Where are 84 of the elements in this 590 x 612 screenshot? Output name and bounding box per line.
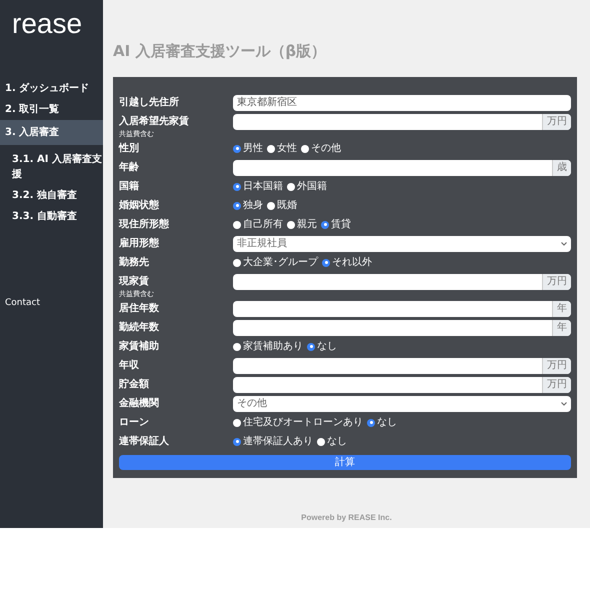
radio-option[interactable]: その他 [301, 141, 341, 156]
nav-item[interactable]: 3.1. AI 入居審査支援 [0, 149, 103, 185]
radio-option[interactable]: なし [317, 434, 347, 449]
page-title: AI 入居審査支援ツール（β版） [113, 41, 328, 62]
unit-label: 万円 [542, 274, 571, 290]
input-field[interactable]: 年 [233, 320, 571, 336]
radio-button[interactable] [233, 342, 241, 350]
field-label: 入居希望先家賃 [119, 114, 190, 128]
radio-option[interactable]: なし [367, 415, 397, 430]
chevron-down-icon [561, 402, 567, 406]
field-label: 性別 [119, 142, 140, 156]
radio-button[interactable] [233, 144, 241, 152]
radio-button[interactable] [287, 220, 295, 228]
input-field[interactable]: 万円 [233, 358, 571, 374]
radio-option[interactable]: 女性 [267, 141, 297, 156]
input-field[interactable]: 東京都新宿区 [233, 94, 571, 110]
radio-option[interactable]: 独身 [233, 198, 263, 213]
contact-link[interactable]: Contact [0, 297, 103, 310]
radio-button[interactable] [267, 202, 275, 210]
field-label: ローン [119, 416, 150, 430]
radio-option[interactable]: 外国籍 [287, 179, 327, 194]
field-label: 勤続年数 [119, 320, 160, 334]
field-label: 現家賃 [119, 274, 150, 288]
radio-button[interactable] [287, 182, 295, 190]
unit-label: 年 [552, 300, 571, 316]
unit-label: 万円 [542, 358, 571, 374]
unit-label: 歳 [552, 160, 571, 176]
field-label: 婚姻状態 [119, 198, 160, 212]
unit-label: 万円 [542, 114, 571, 130]
radio-button[interactable] [233, 202, 241, 210]
radio-option[interactable]: 住宅及びオートローンあり [233, 415, 363, 430]
input-field[interactable]: 万円 [233, 114, 571, 130]
radio-button[interactable] [233, 418, 241, 426]
radio-option[interactable]: それ以外 [322, 255, 372, 270]
nav-item[interactable]: 3.3. 自動審査 [0, 206, 103, 227]
radio-option[interactable]: なし [307, 339, 337, 354]
field-label: 金融機関 [119, 396, 160, 410]
unit-label: 年 [552, 320, 571, 336]
radio-option[interactable]: 賃貸 [321, 217, 351, 232]
radio-option[interactable]: 日本国籍 [233, 179, 283, 194]
radio-option[interactable]: 男性 [233, 141, 263, 156]
select-field[interactable]: その他 [233, 396, 571, 412]
radio-button[interactable] [301, 144, 309, 152]
radio-option[interactable]: 大企業･グループ [233, 255, 318, 270]
radio-button[interactable] [233, 438, 241, 446]
radio-option[interactable]: 親元 [287, 217, 317, 232]
nav-item[interactable]: 1. ダッシュボード [0, 78, 103, 99]
field-label: 雇用形態 [119, 236, 160, 250]
input-field[interactable]: 万円 [233, 376, 571, 392]
field-label: 貯金額 [119, 378, 150, 392]
select-field[interactable]: 非正規社員 [233, 236, 571, 252]
radio-button[interactable] [267, 144, 275, 152]
radio-button[interactable] [233, 182, 241, 190]
input-field[interactable]: 年 [233, 300, 571, 316]
radio-option[interactable]: 自己所有 [233, 217, 283, 232]
radio-button[interactable] [322, 258, 330, 266]
footer-text: Powereb by REASE Inc. [300, 512, 393, 524]
radio-option[interactable]: 連帯保証人あり [233, 434, 313, 449]
radio-button[interactable] [233, 258, 241, 266]
field-label: 年収 [119, 358, 140, 372]
nav-item[interactable]: 3.2. 独自審査 [0, 185, 103, 206]
chevron-down-icon [561, 242, 567, 246]
logo[interactable]: rease [0, 0, 103, 78]
field-label: 居住年数 [119, 302, 160, 316]
radio-button[interactable] [317, 438, 325, 446]
radio-button[interactable] [307, 342, 315, 350]
calculate-button[interactable]: 計算 [119, 454, 571, 470]
unit-label: 万円 [542, 376, 571, 392]
field-label: 勤務先 [119, 256, 150, 270]
input-field[interactable]: 歳 [233, 160, 571, 176]
field-label: 国籍 [119, 180, 140, 194]
input-field[interactable]: 万円 [233, 274, 571, 290]
radio-button[interactable] [321, 220, 329, 228]
field-label: 引越し先住所 [119, 96, 180, 110]
radio-option[interactable]: 家賃補助あり [233, 339, 303, 354]
field-label: 年齢 [119, 160, 140, 174]
field-label: 連帯保証人 [119, 434, 170, 448]
field-label: 現住所形態 [119, 218, 170, 232]
radio-button[interactable] [233, 220, 241, 228]
nav-item[interactable]: 2. 取引一覧 [0, 99, 103, 120]
radio-option[interactable]: 既婚 [267, 198, 297, 213]
nav-item[interactable]: 3. 入居審査 [0, 120, 103, 145]
radio-button[interactable] [367, 418, 375, 426]
field-label: 家賃補助 [119, 339, 160, 354]
